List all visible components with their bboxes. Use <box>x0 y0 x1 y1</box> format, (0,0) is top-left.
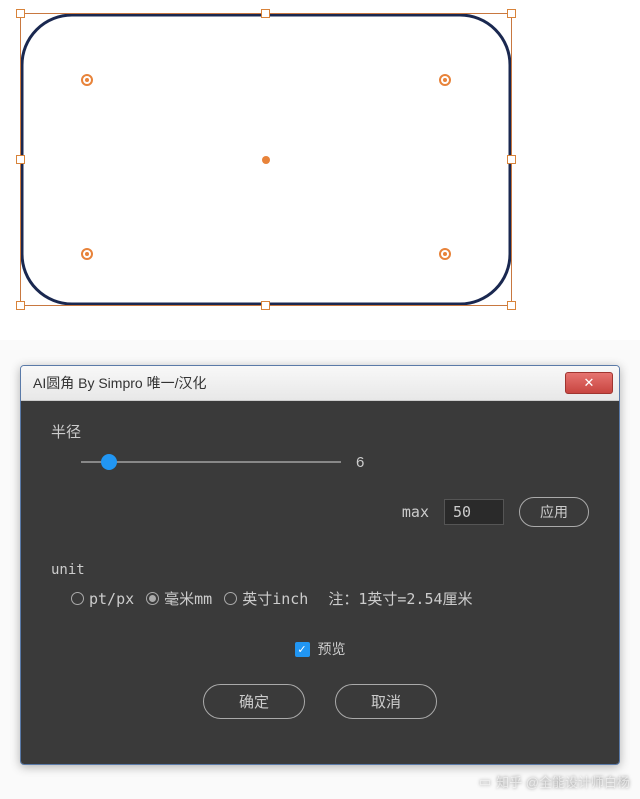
radius-section: 半径 6 max 应用 <box>51 421 589 527</box>
round-corner-dialog: AI圆角 By Simpro 唯一/汉化 ✕ 半径 6 max 应用 unit <box>20 365 620 765</box>
anchor-point[interactable] <box>81 248 93 260</box>
slider-thumb[interactable] <box>101 454 117 470</box>
radio-label: 英寸inch <box>242 588 308 609</box>
resize-handle-top-right[interactable] <box>507 9 516 18</box>
zhihu-icon: ▭ <box>479 774 491 790</box>
radio-icon <box>224 592 237 605</box>
dialog-title: AI圆角 By Simpro 唯一/汉化 <box>33 373 206 393</box>
canvas-area <box>0 0 640 340</box>
radio-label: pt/px <box>89 590 134 608</box>
dialog-title-bar[interactable]: AI圆角 By Simpro 唯一/汉化 ✕ <box>21 366 619 401</box>
radius-value: 6 <box>356 454 364 471</box>
anchor-point[interactable] <box>439 74 451 86</box>
watermark: ▭ 知乎 @全能设计师白杨 <box>479 772 630 791</box>
radio-icon <box>71 592 84 605</box>
dialog-body: 半径 6 max 应用 unit pt/px <box>21 401 619 764</box>
max-label: max <box>402 503 429 521</box>
radio-pt-px[interactable]: pt/px <box>71 590 134 608</box>
cancel-button[interactable]: 取消 <box>335 684 437 719</box>
ok-button[interactable]: 确定 <box>203 684 305 719</box>
watermark-text: 知乎 @全能设计师白杨 <box>496 772 630 791</box>
resize-handle-bottom-middle[interactable] <box>261 301 270 310</box>
radio-mm[interactable]: 毫米mm <box>146 588 212 609</box>
unit-note: 注：1英寸=2.54厘米 <box>328 588 472 609</box>
resize-handle-bottom-left[interactable] <box>16 301 25 310</box>
preview-row: ✓ 预览 <box>51 639 589 659</box>
resize-handle-top-middle[interactable] <box>261 9 270 18</box>
radius-label: 半径 <box>51 421 589 442</box>
resize-handle-middle-right[interactable] <box>507 155 516 164</box>
resize-handle-bottom-right[interactable] <box>507 301 516 310</box>
unit-section: unit pt/px 毫米mm 英寸inch 注：1英寸=2.54厘米 <box>51 562 589 609</box>
radio-label: 毫米mm <box>164 588 212 609</box>
resize-handle-middle-left[interactable] <box>16 155 25 164</box>
dialog-buttons: 确定 取消 <box>51 684 589 719</box>
preview-label: 预览 <box>318 639 346 659</box>
max-input[interactable] <box>444 499 504 525</box>
slider-track <box>81 461 341 463</box>
resize-handle-top-left[interactable] <box>16 9 25 18</box>
radio-icon <box>146 592 159 605</box>
selection-bounding-box[interactable] <box>20 13 512 306</box>
anchor-point[interactable] <box>81 74 93 86</box>
unit-label: unit <box>51 562 589 578</box>
close-icon: ✕ <box>584 375 595 391</box>
apply-button[interactable]: 应用 <box>519 497 589 527</box>
anchor-point[interactable] <box>439 248 451 260</box>
close-button[interactable]: ✕ <box>565 372 613 394</box>
center-point[interactable] <box>262 156 270 164</box>
radius-slider[interactable] <box>81 452 341 472</box>
radio-inch[interactable]: 英寸inch <box>224 588 308 609</box>
preview-checkbox[interactable]: ✓ <box>295 642 310 657</box>
